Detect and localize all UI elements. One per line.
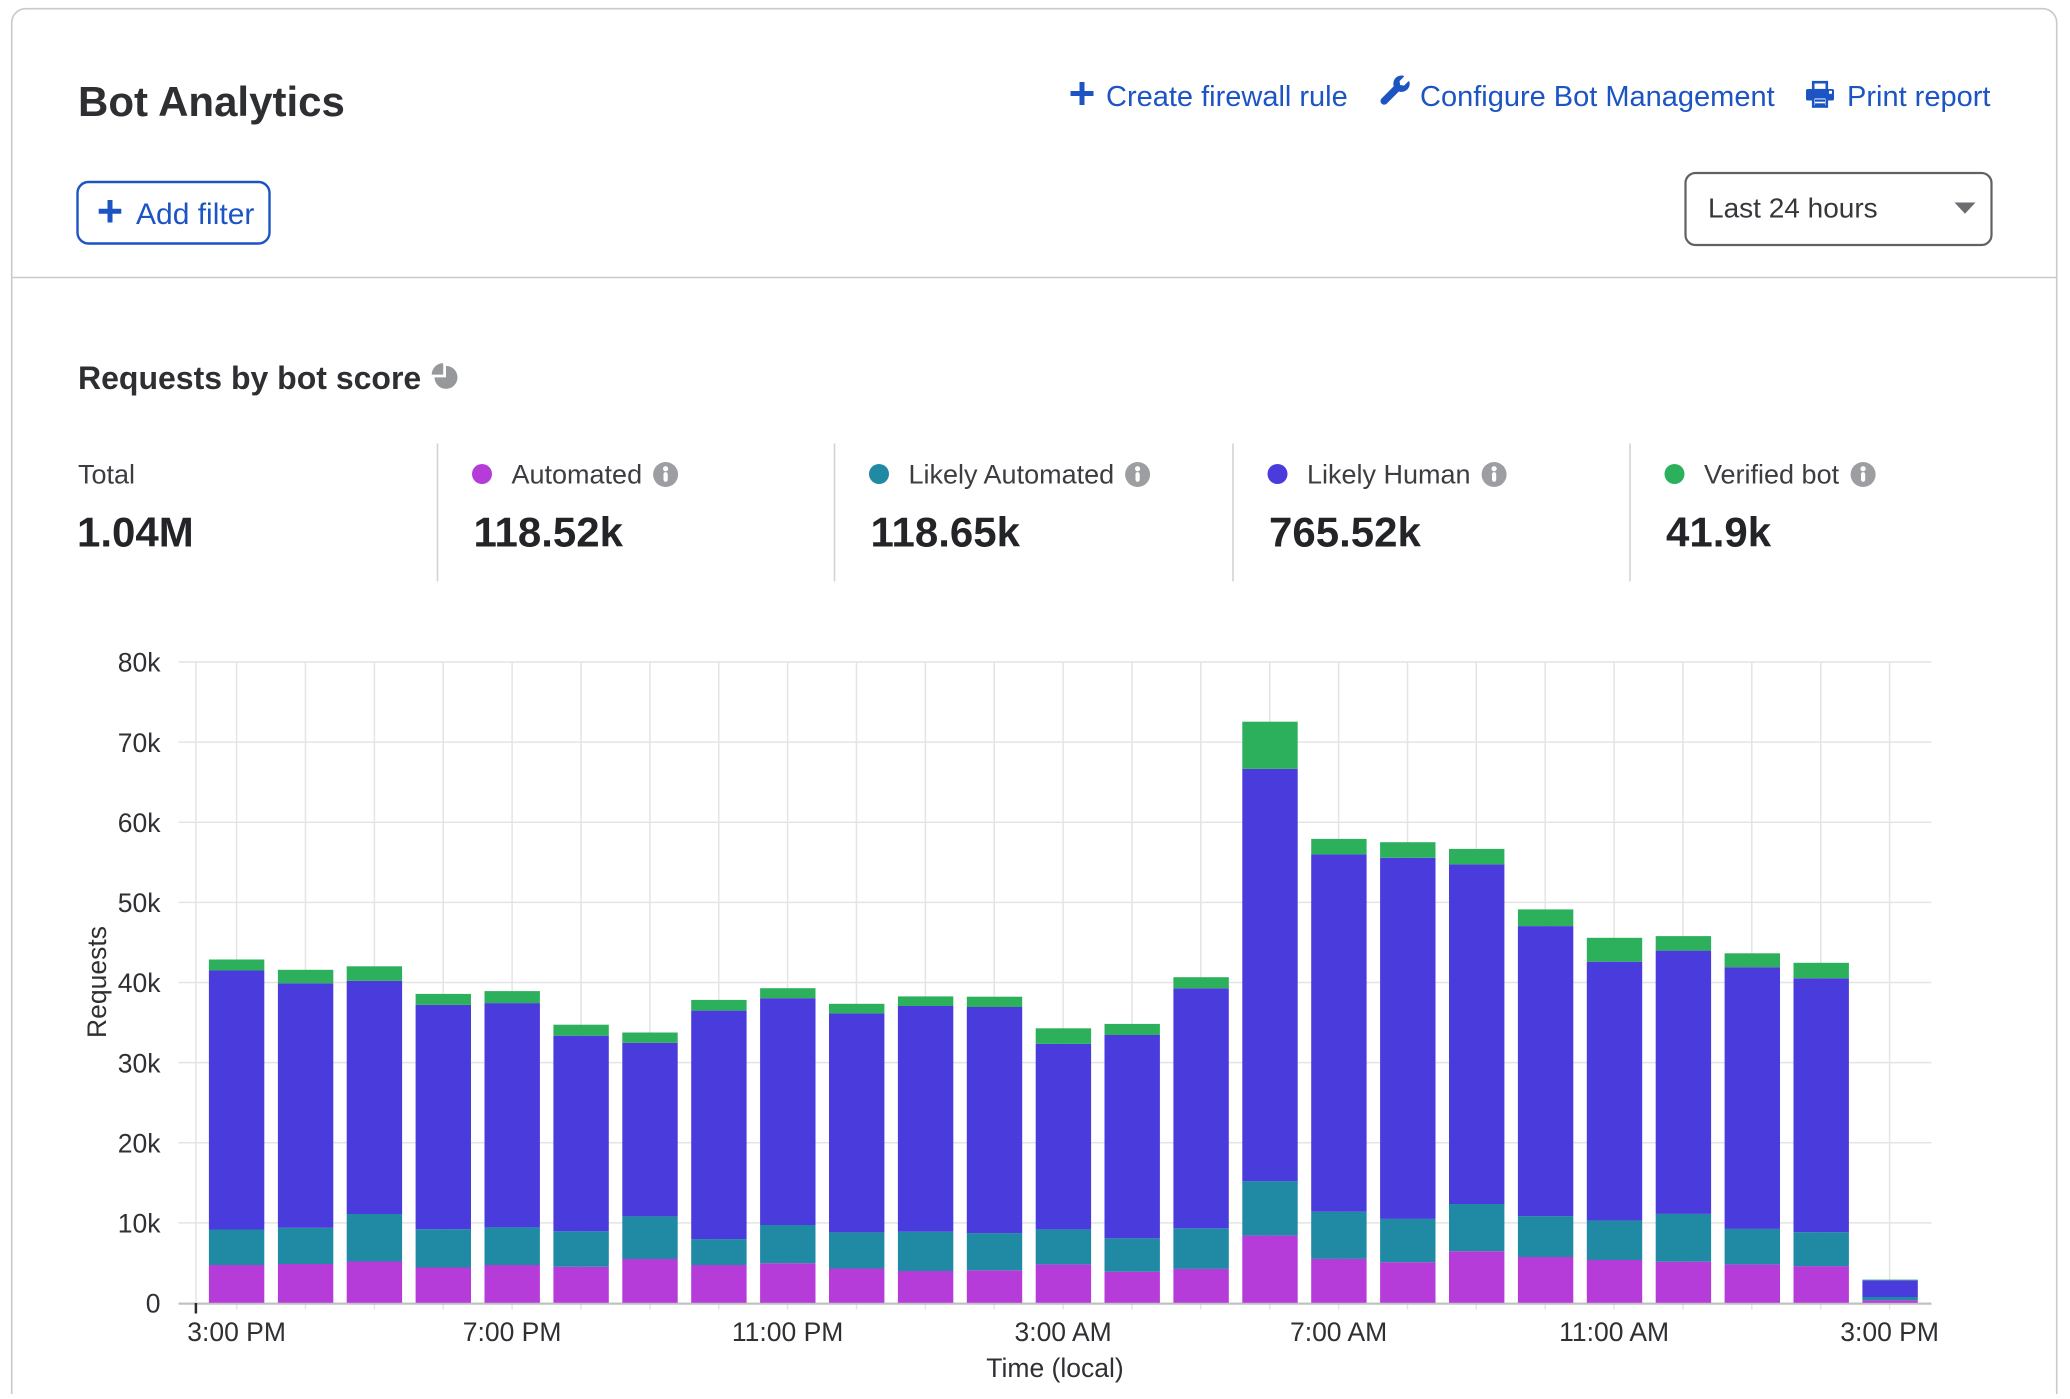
svg-text:Likely Automated: Likely Automated	[909, 460, 1115, 490]
svg-text:10k: 10k	[118, 1209, 161, 1239]
svg-text:Last 24 hours: Last 24 hours	[1708, 193, 1878, 224]
svg-text:Likely Human: Likely Human	[1307, 460, 1471, 490]
svg-text:765.52k: 765.52k	[1269, 509, 1421, 556]
svg-text:40k: 40k	[118, 968, 161, 998]
svg-text:1.04M: 1.04M	[77, 509, 194, 556]
svg-text:Create firewall rule: Create firewall rule	[1106, 81, 1348, 113]
svg-text:Bot Analytics: Bot Analytics	[78, 78, 345, 125]
svg-text:7:00 PM: 7:00 PM	[463, 1317, 562, 1347]
svg-text:7:00 AM: 7:00 AM	[1290, 1317, 1387, 1347]
svg-text:Verified bot: Verified bot	[1704, 460, 1840, 490]
svg-text:Automated: Automated	[512, 460, 643, 490]
svg-text:60k: 60k	[118, 808, 161, 838]
svg-text:30k: 30k	[118, 1048, 161, 1078]
svg-text:11:00 PM: 11:00 PM	[732, 1317, 843, 1347]
svg-text:70k: 70k	[118, 728, 161, 758]
svg-text:Add filter: Add filter	[136, 198, 254, 231]
svg-text:118.52k: 118.52k	[474, 509, 624, 556]
svg-text:Print report: Print report	[1847, 81, 1990, 113]
svg-text:3:00 PM: 3:00 PM	[187, 1317, 286, 1347]
svg-text:20k: 20k	[118, 1129, 161, 1159]
svg-text:11:00 AM: 11:00 AM	[1559, 1317, 1669, 1347]
svg-text:0: 0	[146, 1289, 161, 1319]
svg-text:Requests by bot score: Requests by bot score	[78, 360, 421, 396]
svg-text:Time (local): Time (local)	[986, 1353, 1123, 1383]
svg-text:3:00 AM: 3:00 AM	[1014, 1317, 1111, 1347]
svg-text:50k: 50k	[118, 888, 161, 918]
svg-text:Requests: Requests	[82, 926, 112, 1038]
svg-text:80k: 80k	[118, 648, 161, 678]
svg-text:3:00 PM: 3:00 PM	[1840, 1317, 1939, 1347]
svg-text:118.65k: 118.65k	[871, 509, 1021, 556]
svg-text:Configure Bot Management: Configure Bot Management	[1420, 81, 1775, 113]
svg-text:41.9k: 41.9k	[1666, 509, 1772, 556]
svg-text:Total: Total	[78, 460, 135, 490]
